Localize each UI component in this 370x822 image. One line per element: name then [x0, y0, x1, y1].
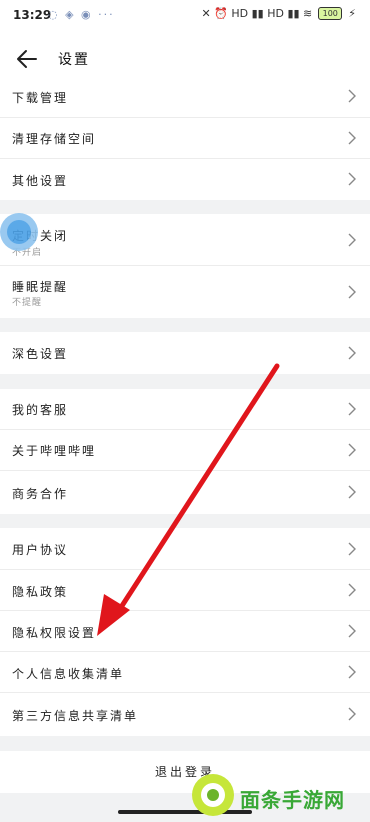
settings-item-label: 商务合作	[12, 487, 69, 501]
chevron-right-icon	[348, 624, 356, 638]
status-right-icons: ✕ ⏰ HD ▮▮ HD ▮▮ ≋ 100 ⚡	[201, 7, 356, 20]
settings-item-privacy-permissions[interactable]: 隐私权限设置	[0, 611, 370, 652]
notification-icons: ◌ ◈ ◉ ···	[48, 8, 115, 21]
chevron-right-icon	[348, 542, 356, 556]
chevron-right-icon	[348, 583, 356, 597]
chevron-right-icon	[348, 89, 356, 103]
settings-item-dark-mode[interactable]: 深色设置	[0, 332, 370, 374]
settings-item-personal-info-list[interactable]: 个人信息收集清单	[0, 652, 370, 693]
chevron-right-icon	[348, 131, 356, 145]
settings-item-label: 第三方信息共享清单	[12, 709, 139, 723]
chevron-right-icon	[348, 233, 356, 247]
settings-item-label: 用户协议	[12, 543, 69, 557]
battery-icon: 100	[318, 7, 343, 20]
settings-item-about[interactable]: 关于哔哩哔哩	[0, 430, 370, 471]
charging-icon: ⚡	[348, 7, 356, 20]
watermark-dot	[207, 789, 219, 801]
floating-ball-icon[interactable]	[0, 213, 38, 251]
settings-item-sleep-reminder[interactable]: 睡眠提醒 不提醒	[0, 266, 370, 318]
settings-item-label: 我的客服	[12, 403, 69, 417]
watermark-circle-icon	[192, 774, 234, 816]
watermark-text: 面条手游网	[240, 788, 345, 812]
settings-item-privacy-policy[interactable]: 隐私政策	[0, 570, 370, 611]
chevron-right-icon	[348, 172, 356, 186]
settings-item-label: 关于哔哩哔哩	[12, 444, 97, 458]
settings-item-business[interactable]: 商务合作	[0, 471, 370, 514]
watermark-circle-inner	[201, 783, 225, 807]
chevron-right-icon	[348, 346, 356, 360]
status-time: 13:29	[13, 8, 52, 22]
back-arrow-icon[interactable]	[14, 46, 40, 72]
settings-item-third-party-sharing[interactable]: 第三方信息共享清单	[0, 693, 370, 736]
settings-item-other[interactable]: 其他设置	[0, 159, 370, 200]
chevron-right-icon	[348, 665, 356, 679]
settings-item-sublabel: 不提醒	[12, 298, 43, 308]
settings-item-label: 清理存储空间	[12, 132, 97, 146]
chevron-right-icon	[348, 485, 356, 499]
chevron-right-icon	[348, 402, 356, 416]
settings-item-clear-storage[interactable]: 清理存储空间	[0, 118, 370, 159]
settings-item-user-agreement[interactable]: 用户协议	[0, 528, 370, 570]
chevron-right-icon	[348, 707, 356, 721]
settings-item-label: 隐私权限设置	[12, 626, 97, 640]
settings-item-download[interactable]: 下载管理	[0, 80, 370, 118]
settings-item-label: 隐私政策	[12, 585, 69, 599]
settings-item-label: 个人信息收集清单	[12, 667, 125, 681]
settings-item-label: 下载管理	[12, 91, 69, 105]
chevron-right-icon	[348, 443, 356, 457]
status-bar: 13:29 ◌ ◈ ◉ ··· ✕ ⏰ HD ▮▮ HD ▮▮ ≋ 100 ⚡	[0, 0, 370, 30]
floating-ball-core	[7, 220, 31, 244]
chevron-right-icon	[348, 285, 356, 299]
settings-item-customer-service[interactable]: 我的客服	[0, 389, 370, 430]
watermark-logo: 面条手游网	[192, 770, 367, 822]
signal-wifi-icons: ✕ ⏰ HD ▮▮ HD ▮▮ ≋	[201, 7, 313, 20]
page-title: 设置	[58, 52, 90, 68]
settings-item-label: 其他设置	[12, 174, 69, 188]
settings-item-timer-close[interactable]: 定时关闭 不开启	[0, 214, 370, 266]
settings-item-label: 睡眠提醒	[12, 280, 69, 294]
settings-item-label: 深色设置	[12, 347, 69, 361]
